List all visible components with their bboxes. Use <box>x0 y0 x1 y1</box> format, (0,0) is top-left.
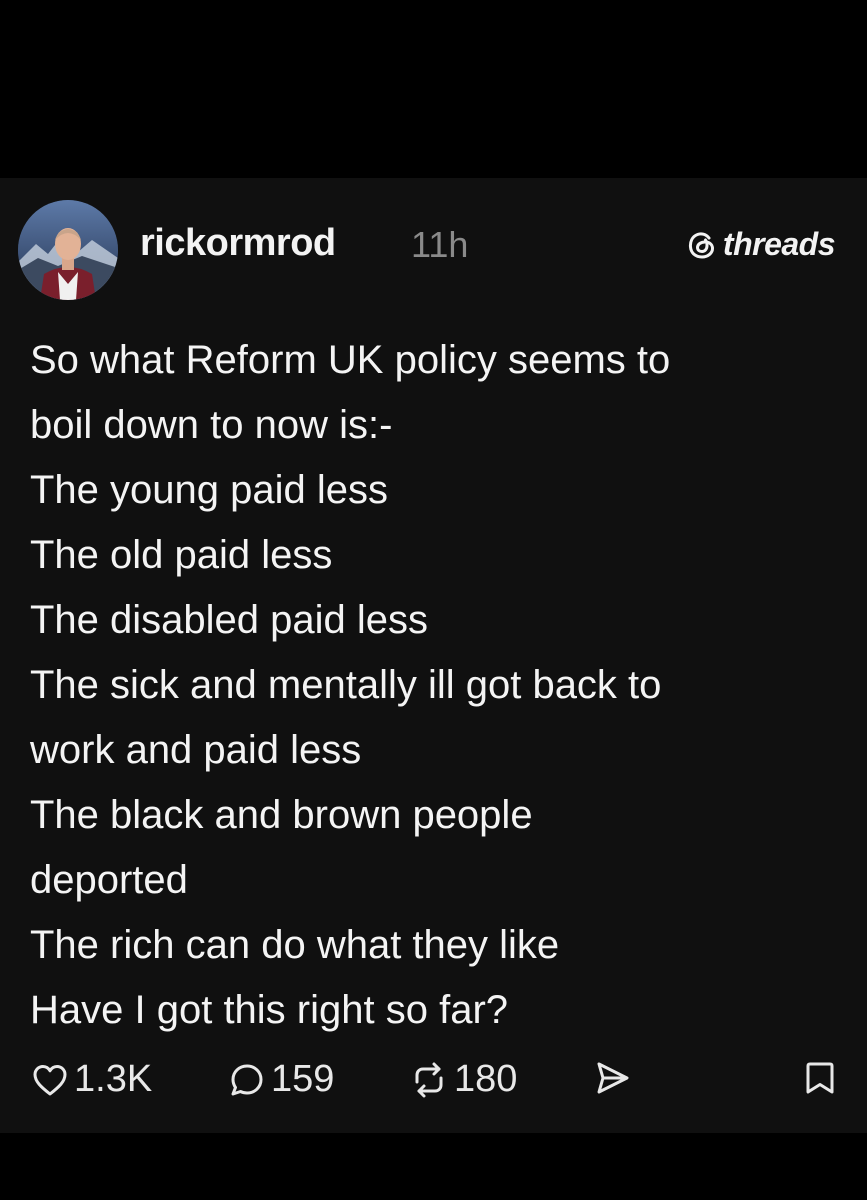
repost-button[interactable]: 180 <box>408 1058 517 1101</box>
post-line: The rich can do what they like <box>30 923 560 967</box>
post-line: deported <box>30 858 188 902</box>
action-bar: 1.3K 159 180 <box>30 1058 840 1110</box>
threads-logo-icon <box>688 231 714 259</box>
share-button[interactable] <box>592 1058 632 1098</box>
bookmark-icon <box>806 1062 834 1094</box>
post-line: boil down to now is:- <box>30 403 393 447</box>
comment-icon <box>231 1064 263 1095</box>
post-timestamp: 11h <box>411 224 469 265</box>
repost-count: 180 <box>454 1058 518 1100</box>
reply-count: 159 <box>271 1058 335 1100</box>
post-line: The old paid less <box>30 533 333 577</box>
post-line: The sick and mentally ill got back to <box>30 663 662 707</box>
threads-brand: threads <box>685 226 836 263</box>
post-line: So what Reform UK policy seems to <box>30 338 671 382</box>
post-body: So what Reform UK policy seems to boil d… <box>30 328 840 1043</box>
post-card: rickormrod 11h threads So what Reform UK… <box>0 178 867 1133</box>
username[interactable]: rickormrod <box>140 222 336 265</box>
reply-button[interactable]: 159 <box>227 1058 334 1101</box>
like-count: 1.3K <box>74 1058 153 1100</box>
post-line: The young paid less <box>30 468 389 512</box>
avatar[interactable] <box>18 200 118 300</box>
heart-icon <box>33 1064 67 1095</box>
post-line: Have I got this right so far? <box>30 988 509 1032</box>
repost-icon <box>415 1062 443 1097</box>
post-line: The black and brown people <box>30 793 533 837</box>
share-icon <box>597 1062 629 1094</box>
post-line: work and paid less <box>30 728 362 772</box>
post-line: The disabled paid less <box>30 598 429 642</box>
avatar-photo-icon <box>18 200 118 300</box>
save-button[interactable] <box>800 1058 840 1098</box>
like-button[interactable]: 1.3K <box>30 1058 152 1101</box>
threads-brand-label: threads <box>722 226 836 262</box>
